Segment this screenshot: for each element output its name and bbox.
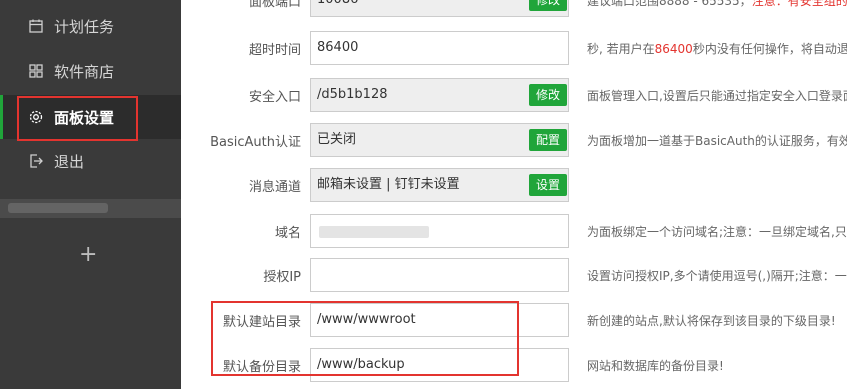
calendar-icon [29, 19, 43, 33]
form-row-message-channel: 消息通道 邮箱未设置 | 钉钉未设置 设置 [181, 168, 847, 202]
help-text: 新创建的站点,默认将保存到该目录的下级目录! [587, 314, 836, 328]
sidebar-item-store[interactable]: 软件商店 [0, 49, 181, 93]
help-text: 面板管理入口,设置后只能通过指定安全入口登录面 [587, 89, 847, 103]
authorized-ip-input[interactable] [310, 258, 569, 292]
help-text: 建议端口范围8888 - 65535，注意：有安全组的服 [587, 0, 847, 8]
form-row-authorized-ip: 授权IP 设置访问授权IP,多个请使用逗号(,)隔开;注意：一 [181, 258, 847, 292]
form-row-domain: 域名 为面板绑定一个访问域名;注意：一旦绑定域名,只 [181, 214, 847, 248]
form-row-security-entry: 安全入口 /d5b1b128 修改 面板管理入口,设置后只能通过指定安全入口登录… [181, 78, 847, 112]
help-text: 秒, 若用户在86400秒内没有任何操作，将自动退 [587, 42, 847, 56]
add-button[interactable]: + [79, 244, 97, 266]
timeout-input[interactable]: 86400 [310, 31, 569, 65]
sidebar-item-logout[interactable]: 退出 [0, 139, 181, 183]
edit-port-button[interactable]: 修改 [529, 0, 568, 11]
sidebar-item-label: 计划任务 [54, 17, 115, 36]
help-text: 为面板增加一道基于BasicAuth的认证服务，有效 [587, 134, 847, 148]
form-row-port: 面板端口 10086 修改 建议端口范围8888 - 65535，注意：有安全组… [181, 0, 847, 17]
form-row-basicauth: BasicAuth认证 已关闭 配置 为面板增加一道基于BasicAuth的认证… [181, 123, 847, 157]
logout-icon [30, 154, 43, 168]
edit-entry-button[interactable]: 修改 [529, 84, 568, 106]
field-label: 域名 [274, 226, 301, 241]
field-label: BasicAuth认证 [210, 135, 301, 150]
form-row-timeout: 超时时间 86400 秒, 若用户在86400秒内没有任何操作，将自动退 [181, 31, 847, 65]
field-label: 消息通道 [248, 180, 301, 195]
help-text: 为面板绑定一个访问域名;注意：一旦绑定域名,只 [587, 225, 847, 239]
redacted-bar [0, 199, 181, 218]
highlight-box [211, 301, 519, 376]
configure-basicauth-button[interactable]: 配置 [529, 129, 568, 151]
field-label: 超时时间 [248, 43, 301, 58]
field-label: 授权IP [263, 270, 301, 285]
field-label: 面板端口 [248, 0, 301, 10]
sidebar-item-cron[interactable]: 计划任务 [0, 4, 181, 48]
help-text: 设置访问授权IP,多个请使用逗号(,)隔开;注意：一 [587, 269, 847, 283]
sidebar-item-label: 退出 [54, 152, 85, 171]
redacted-value [319, 226, 429, 238]
sidebar: 计划任务 软件商店 面板设置 退出 + [0, 0, 181, 389]
sidebar-item-label: 软件商店 [54, 62, 115, 81]
grid-icon [29, 64, 43, 78]
domain-input[interactable] [310, 214, 569, 248]
highlight-box [17, 96, 138, 141]
field-label: 安全入口 [248, 90, 301, 105]
configure-channel-button[interactable]: 设置 [529, 174, 568, 196]
help-text: 网站和数据库的备份目录! [587, 359, 724, 373]
